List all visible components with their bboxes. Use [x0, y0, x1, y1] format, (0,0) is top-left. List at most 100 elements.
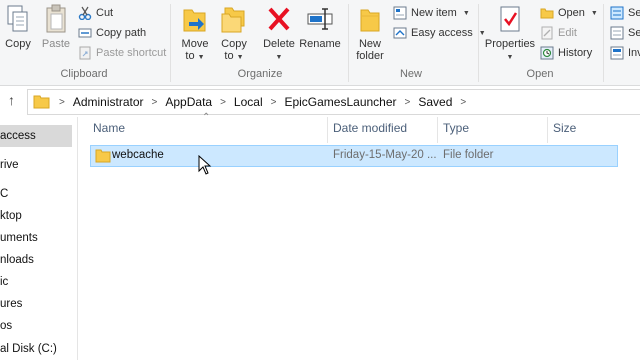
chevron-down-icon: ▼ — [236, 54, 244, 61]
breadcrumb-chevron-icon[interactable]: > — [405, 97, 411, 108]
properties-label: Properties — [484, 38, 536, 50]
open-label: Open — [558, 7, 585, 19]
column-divider[interactable] — [327, 117, 328, 143]
open-button[interactable]: Open ▼ — [540, 4, 598, 22]
delete-x-icon — [268, 7, 290, 31]
rename-button[interactable]: Rename — [299, 4, 341, 50]
easy-access-button[interactable]: Easy access ▼ — [393, 24, 486, 42]
select-none-button[interactable]: Sel — [610, 24, 640, 42]
paste-label: Paste — [41, 38, 71, 50]
nav-item-documents[interactable]: uments — [0, 232, 38, 244]
nav-item-label: ures — [0, 298, 23, 310]
nav-item-label: nloads — [0, 254, 34, 266]
new-item-icon — [393, 6, 407, 20]
chevron-down-icon: ▼ — [506, 54, 514, 61]
nav-item-label: uments — [0, 232, 38, 244]
nav-item-label: access — [0, 130, 36, 142]
cut-label: Cut — [96, 7, 114, 19]
breadcrumb-local[interactable]: Local — [234, 95, 263, 109]
column-header-date-modified[interactable]: Date modified — [333, 121, 407, 135]
nav-item-videos[interactable]: os — [0, 320, 12, 332]
nav-item-label: ktop — [0, 210, 22, 222]
breadcrumb-chevron-icon[interactable]: > — [460, 97, 466, 108]
column-divider[interactable] — [547, 117, 548, 143]
edit-button[interactable]: Edit — [540, 24, 577, 42]
invert-selection-label: Inv — [628, 47, 640, 59]
history-label: History — [558, 47, 593, 59]
copy-button[interactable]: Copy — [3, 4, 33, 50]
nav-item-label: C — [0, 188, 9, 200]
nav-item-label: os — [0, 320, 13, 332]
invert-selection-icon — [610, 46, 624, 60]
nav-item-quick-access[interactable]: access — [0, 125, 72, 147]
breadcrumb-chevron-icon[interactable]: > — [59, 97, 65, 108]
history-icon — [540, 46, 554, 60]
select-all-label: Sel — [628, 7, 640, 19]
nav-item-local-disk[interactable]: al Disk (C:) — [0, 343, 57, 355]
new-item-button[interactable]: New item ▼ — [393, 4, 470, 22]
column-header-type[interactable]: Type — [443, 121, 469, 135]
breadcrumb-saved[interactable]: Saved — [418, 95, 452, 109]
ribbon-separator — [348, 4, 349, 82]
table-row[interactable]: webcache Friday-15-May-20 ... File folde… — [90, 145, 618, 167]
new-folder-button[interactable]: New folder — [352, 4, 388, 62]
column-header-size[interactable]: Size — [553, 121, 576, 135]
column-header-name[interactable]: Name — [93, 121, 125, 135]
select-none-icon — [610, 26, 624, 40]
nav-item-desktop[interactable]: ktop — [0, 210, 22, 222]
properties-button[interactable]: Properties ▼ — [484, 4, 536, 64]
ribbon-separator — [603, 4, 604, 82]
move-to-button[interactable]: Move to ▼ — [178, 4, 212, 64]
move-to-icon — [183, 9, 206, 32]
new-group-label: New — [399, 68, 422, 80]
address-row: ↑ > Administrator > AppData > Local > Ep… — [0, 86, 640, 116]
new-folder-label-1: New — [358, 38, 381, 50]
easy-access-icon — [393, 27, 407, 39]
column-divider[interactable] — [437, 117, 438, 143]
address-bar[interactable]: > Administrator > AppData > Local > Epic… — [27, 89, 640, 115]
breadcrumb-chevron-icon[interactable]: > — [152, 97, 158, 108]
rename-label: Rename — [299, 38, 341, 50]
nav-item-label: rive — [0, 159, 19, 171]
copy-path-button[interactable]: Copy path — [78, 24, 146, 42]
copy-path-icon — [78, 28, 92, 38]
breadcrumb-chevron-icon[interactable]: > — [271, 97, 277, 108]
breadcrumb-epicgameslauncher[interactable]: EpicGamesLauncher — [284, 95, 396, 109]
breadcrumb-chevron-icon[interactable]: > — [220, 97, 226, 108]
paste-button[interactable]: Paste — [41, 4, 71, 50]
select-all-icon — [610, 6, 624, 20]
nav-item-downloads[interactable]: nloads — [0, 254, 34, 266]
new-item-label: New item — [411, 7, 457, 19]
copy-path-label: Copy path — [96, 27, 147, 39]
delete-button[interactable]: Delete ▼ — [261, 4, 297, 64]
ribbon: Copy Paste Cut Copy path Paste shortcut — [0, 0, 640, 86]
nav-item-pictures[interactable]: ures — [0, 298, 22, 310]
nav-item-label: al Disk (C:) — [0, 343, 57, 355]
new-folder-icon — [360, 9, 380, 32]
chevron-down-icon: ▼ — [462, 9, 470, 17]
ribbon-separator — [478, 4, 479, 82]
chevron-down-icon: ▼ — [590, 9, 598, 17]
invert-selection-button[interactable]: Inv — [610, 44, 640, 62]
ribbon-separator — [170, 4, 171, 82]
history-button[interactable]: History — [540, 44, 592, 62]
scissors-icon — [78, 6, 92, 20]
copy-to-button[interactable]: Copy to ▼ — [218, 4, 250, 64]
open-group-label: Open — [526, 68, 554, 80]
nav-item-this-pc[interactable]: C — [0, 188, 8, 200]
move-to-label-2: to — [185, 50, 195, 62]
folder-icon — [95, 149, 111, 163]
file-name: webcache — [112, 149, 164, 161]
move-to-label-1: Move — [181, 38, 209, 50]
nav-item-onedrive[interactable]: rive — [0, 159, 19, 171]
select-all-button[interactable]: Sel — [610, 4, 640, 22]
paste-shortcut-icon — [79, 46, 91, 60]
breadcrumb-administrator[interactable]: Administrator — [73, 95, 144, 109]
cut-button[interactable]: Cut — [78, 4, 113, 22]
up-arrow-icon[interactable]: ↑ — [8, 92, 15, 108]
breadcrumb-appdata[interactable]: AppData — [165, 95, 212, 109]
navigation-pane: access rive C ktop uments nloads ic ures… — [0, 117, 78, 360]
nav-item-music[interactable]: ic — [0, 276, 8, 288]
paste-shortcut-button[interactable]: Paste shortcut — [78, 44, 166, 62]
edit-icon — [541, 26, 553, 40]
